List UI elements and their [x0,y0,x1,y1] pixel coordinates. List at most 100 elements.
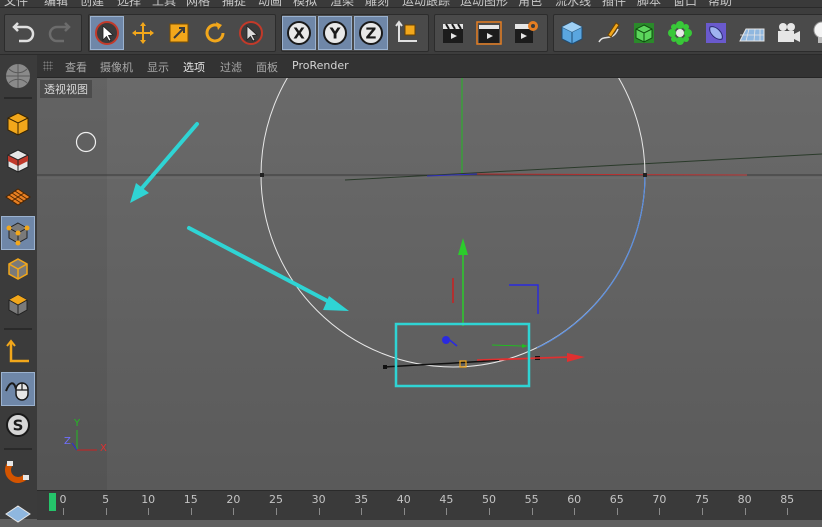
snap-button[interactable] [1,453,35,487]
viewport-menu-filter[interactable]: 过滤 [220,59,242,75]
polygon-mode-icon [8,294,28,316]
point-mode-icon [6,222,30,246]
menu-render[interactable]: 渲染 [330,0,354,7]
viewport-menubar: 查看 摄像机 显示 选项 过滤 面板 ProRender [37,55,822,78]
menu-edit[interactable]: 编辑 [44,0,68,7]
viewport-menu-options[interactable]: 选项 [183,59,205,75]
light-bulb-icon [813,21,822,43]
edge-mode-button[interactable] [1,252,35,286]
cube-icon [561,21,583,45]
menu-select[interactable]: 选择 [117,0,141,7]
pen-spline-button[interactable] [591,16,625,50]
undo-button[interactable] [7,16,41,50]
menu-pipeline[interactable]: 流水线 [555,0,591,7]
floor-grid-icon [739,28,765,42]
rotate-tool-button[interactable] [198,16,232,50]
workplane-icon [5,188,31,206]
timeline-tick [616,508,618,515]
menu-window[interactable]: 窗口 [673,0,697,7]
render-view-button[interactable] [436,16,470,50]
menu-script[interactable]: 脚本 [637,0,661,7]
viewport-menu-prorender[interactable]: ProRender [292,59,349,72]
menu-file[interactable]: 文件 [4,0,28,7]
viewport-menu-panel[interactable]: 面板 [256,59,278,75]
scale-tool-button[interactable] [162,16,196,50]
gizmo-z-plane-handle[interactable] [509,284,539,314]
menu-mograph[interactable]: 运动图形 [460,0,508,7]
render-settings-button[interactable] [508,16,542,50]
model-mode-button[interactable] [1,107,35,141]
viewport-menu-cameras[interactable]: 摄像机 [100,59,133,75]
menu-tools[interactable]: 工具 [152,0,176,7]
cursor-icon [239,21,263,45]
point-mode-button[interactable] [1,216,35,250]
viewport-grip-icon[interactable] [43,61,53,71]
gizmo-z-handle[interactable] [442,336,450,344]
tweak-mode-button[interactable] [1,372,35,406]
timeline-tick-label: 5 [102,493,110,506]
camera-button[interactable] [771,16,805,50]
timeline-tick-label: 15 [183,493,198,506]
spline-point[interactable] [383,365,387,369]
z-axis-label: Z [366,25,377,43]
timeline-playhead[interactable] [49,493,56,511]
solo-button[interactable]: S [1,408,35,442]
workplane-mode-button[interactable] [1,180,35,214]
menu-motion-tracker[interactable]: 运动跟踪 [402,0,450,7]
timeline-tick [489,508,490,515]
gizmo-plane-handle[interactable] [491,344,523,347]
viewport-menu-display[interactable]: 显示 [147,59,169,75]
pen-icon [598,22,620,43]
z-axis-lock-button[interactable]: Z [354,16,388,50]
polygon-mode-button[interactable] [1,288,35,322]
path-spline[interactable] [384,359,500,368]
menu-sculpt[interactable]: 雕刻 [365,0,389,7]
move-tool-button[interactable] [126,16,160,50]
menu-snap[interactable]: 捕捉 [222,0,246,7]
timeline-tick [105,508,107,515]
viewport-shade [37,78,107,490]
annotation-arrow-shaft [187,226,339,308]
subdivision-button[interactable] [627,16,661,50]
viewport-scene[interactable]: Y Z X [37,78,822,490]
annotation-highlight-box [394,322,531,388]
deformer-button[interactable] [699,16,733,50]
cloner-button[interactable] [663,16,697,50]
redo-button[interactable] [42,16,76,50]
gizmo-x-arrowhead[interactable] [567,353,585,362]
cube-button[interactable] [555,16,589,50]
render-region-icon [476,21,502,45]
timeline-ruler[interactable]: 051015202530354045505560657075808590 [37,490,822,520]
coordinate-system-button[interactable] [390,16,424,50]
workplane-lock-button[interactable] [1,493,35,527]
live-selection-button[interactable] [90,16,124,50]
menu-plugins[interactable]: 插件 [602,0,626,7]
enable-axis-button[interactable] [1,336,35,370]
make-editable-button[interactable] [1,59,35,93]
selection-mode-button[interactable] [234,16,268,50]
spline-point[interactable] [643,173,647,177]
model-mode-icon [7,112,29,136]
light-button[interactable] [805,16,822,50]
spline-point[interactable] [260,173,264,177]
perspective-viewport[interactable]: Y Z X 透视视图 [37,78,822,490]
menu-character[interactable]: 角色 [518,0,542,7]
menu-help[interactable]: 帮助 [708,0,732,7]
gizmo-y-arrowhead[interactable] [458,238,468,255]
y-axis-icon: Y [323,21,347,45]
viewport-menu-view[interactable]: 查看 [65,59,87,75]
y-axis-lock-button[interactable]: Y [318,16,352,50]
timeline-tick-label: 40 [396,493,411,506]
scale-icon [169,23,189,43]
menu-simulate[interactable]: 模拟 [293,0,317,7]
menu-animate[interactable]: 动画 [258,0,282,7]
texture-mode-button[interactable] [1,144,35,178]
timeline-tick-label: 65 [609,493,624,506]
cloner-icon [668,21,692,45]
timeline-tick-label: 50 [482,493,496,506]
menu-create[interactable]: 创建 [80,0,104,7]
floor-button[interactable] [735,16,769,50]
x-axis-lock-button[interactable]: X [282,16,316,50]
render-region-button[interactable] [472,16,506,50]
menu-mesh[interactable]: 网格 [186,0,210,7]
